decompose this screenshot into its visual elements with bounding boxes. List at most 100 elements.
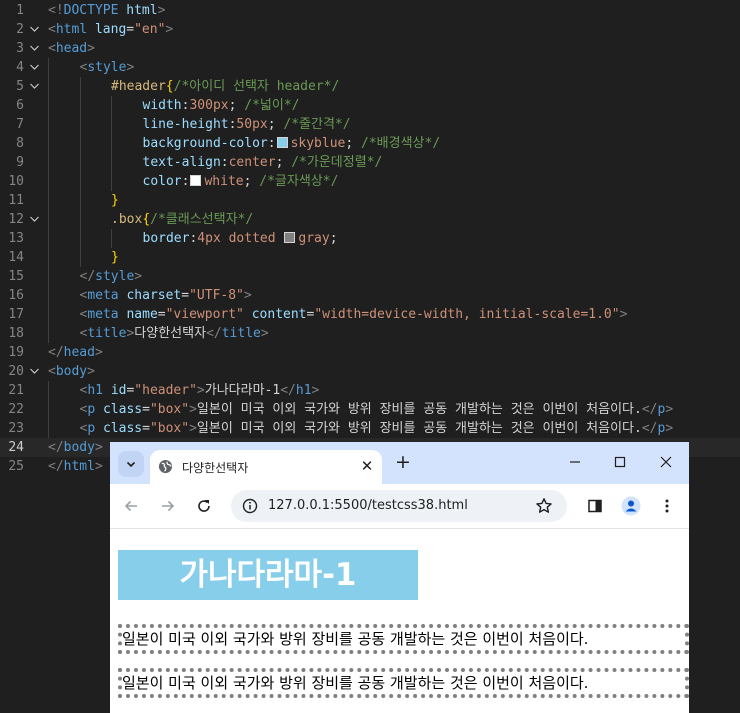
indent-guide — [48, 324, 49, 343]
page-content: 가나다라마-1 일본이 미국 이외 국가와 방위 장비를 공동 개발하는 것은 … — [110, 529, 689, 713]
side-panel-button[interactable] — [583, 494, 607, 518]
code-token: "box" — [149, 421, 190, 436]
code-token: skyblue — [290, 136, 346, 151]
url-text[interactable]: 127.0.0.1:5500/testcss38.html — [268, 498, 468, 513]
code-text: line-height:50px; /*줄간격*/ — [143, 115, 351, 134]
code-text: } — [111, 191, 119, 210]
code-line[interactable]: 15 </style> — [0, 267, 740, 286]
color-swatch[interactable] — [190, 175, 202, 186]
maximize-button[interactable] — [602, 448, 638, 476]
line-number: 16 — [8, 288, 24, 303]
indent-guide — [48, 286, 49, 305]
code-token: > — [311, 383, 320, 398]
code-token: ; — [228, 98, 245, 113]
code-line[interactable]: 20 <body> — [0, 362, 740, 381]
code-token: p — [87, 402, 96, 417]
tab-search-button[interactable] — [118, 451, 144, 477]
indent-guide — [111, 134, 112, 153]
avatar-icon — [621, 496, 641, 516]
code-line[interactable]: 19 </head> — [0, 343, 740, 362]
paragraph-box-1: 일본이 미국 이외 국가와 방위 장비를 공동 개발하는 것은 이번이 처음이다… — [118, 624, 689, 654]
code-text: <h1 id="header">가나다라마-1</h1> — [80, 381, 320, 400]
indent-guide — [48, 191, 49, 210]
code-line[interactable]: 8 background-color: skyblue; /*배경색상*/ — [0, 134, 740, 153]
code-token: /*가운데정렬*/ — [291, 155, 383, 170]
code-line[interactable]: 6 width:300px; /*넓이*/ — [0, 96, 740, 115]
new-tab-button[interactable]: + — [392, 451, 414, 473]
code-line[interactable]: 14} — [0, 248, 740, 267]
indent-guide — [48, 58, 49, 77]
code-line[interactable]: 11} — [0, 191, 740, 210]
address-bar[interactable]: 127.0.0.1:5500/testcss38.html — [231, 490, 567, 522]
line-number: 4 — [16, 60, 24, 75]
code-line[interactable]: 2 <html lang="en"> — [0, 20, 740, 39]
color-swatch[interactable] — [276, 137, 288, 148]
code-line[interactable]: 21 <h1 id="header">가나다라마-1</h1> — [0, 381, 740, 400]
code-token: ; — [267, 117, 284, 132]
code-line[interactable]: 17 <meta name="viewport" content="width=d… — [0, 305, 740, 324]
indent-guide — [48, 400, 49, 419]
code-token: > — [87, 41, 95, 56]
code-token: html — [63, 459, 95, 474]
close-tab-icon[interactable]: ✕ — [357, 456, 377, 476]
browser-window: 다양한선택자 ✕ + 127.0.0.1:5500/testcss38.html — [110, 442, 689, 713]
code-token: > — [165, 22, 174, 37]
code-token: content — [251, 307, 307, 322]
code-token: /*클래스선택자*/ — [150, 212, 254, 227]
code-token: meta — [87, 307, 119, 322]
code-line[interactable]: 5 #header{/*아이디 선택자 header*/ — [0, 77, 740, 96]
code-token: 일본이 미국 이외 국가와 방위 장비를 공동 개발하는 것은 이번이 처음이다… — [196, 421, 642, 436]
code-line[interactable]: 4 <style> — [0, 58, 740, 77]
code-text: <body> — [48, 362, 95, 381]
star-icon[interactable] — [535, 497, 553, 515]
indent-guide — [48, 305, 49, 324]
code-line[interactable]: 16 <meta charset="UTF-8"> — [0, 286, 740, 305]
code-token: border — [142, 231, 190, 246]
code-line[interactable]: 10 color: white; /*글자색상*/ — [0, 172, 740, 191]
code-token: h1 — [87, 383, 103, 398]
code-line[interactable]: 13 border:4px dotted gray; — [0, 229, 740, 248]
code-token: </ — [641, 421, 658, 436]
indent-guide — [79, 115, 81, 134]
code-line[interactable]: 22 <p class="box">일본이 미국 이외 국가와 방위 장비를 공동… — [0, 400, 740, 419]
code-line[interactable]: 3 <head> — [0, 39, 740, 58]
code-token: h1 — [295, 383, 312, 398]
back-button[interactable] — [119, 494, 143, 518]
code-line[interactable]: 18 <title>다양한선택자</title> — [0, 324, 740, 343]
code-token: 다양한선택자 — [134, 326, 207, 341]
indent-guide — [48, 248, 49, 267]
close-window-button[interactable] — [648, 448, 684, 476]
profile-button[interactable] — [619, 494, 643, 518]
code-token: meta — [87, 288, 119, 303]
code-line[interactable]: 23 <p class="box">일본이 미국 이외 국가와 방위 장비를 공동… — [0, 419, 740, 438]
tab-active[interactable]: 다양한선택자 ✕ — [150, 450, 382, 484]
code-token: > — [619, 307, 628, 322]
code-line[interactable]: 7 line-height:50px; /*줄간격*/ — [0, 115, 740, 134]
line-number: 15 — [8, 269, 24, 284]
code-token: #header — [111, 79, 166, 94]
reload-button[interactable] — [192, 494, 216, 518]
line-number: 23 — [8, 421, 24, 436]
code-token: > — [94, 440, 103, 455]
code-text: #header{/*아이디 선택자 header*/ — [111, 77, 339, 96]
line-number: 20 — [8, 364, 24, 379]
code-token: } — [111, 250, 119, 265]
code-token: </ — [206, 326, 222, 341]
minimize-button[interactable] — [557, 448, 593, 476]
info-icon[interactable] — [242, 498, 258, 514]
code-line[interactable]: 1 <!DOCTYPE html> — [0, 1, 740, 20]
code-token: p — [87, 421, 96, 436]
forward-button[interactable] — [156, 494, 180, 518]
code-line[interactable]: 9 text-align:center; /*가운데정렬*/ — [0, 153, 740, 172]
code-token: </ — [280, 383, 296, 398]
color-swatch[interactable] — [284, 232, 296, 243]
code-token: = — [181, 288, 190, 303]
menu-button[interactable] — [655, 494, 679, 518]
indent-guide — [48, 77, 49, 96]
code-line[interactable]: 12 .box{/*클래스선택자*/ — [0, 210, 740, 229]
chevron-down-icon — [126, 461, 136, 468]
code-token: </ — [641, 402, 658, 417]
code-token: white — [204, 174, 244, 189]
code-token: ; — [345, 136, 362, 151]
indent-guide — [111, 115, 112, 134]
